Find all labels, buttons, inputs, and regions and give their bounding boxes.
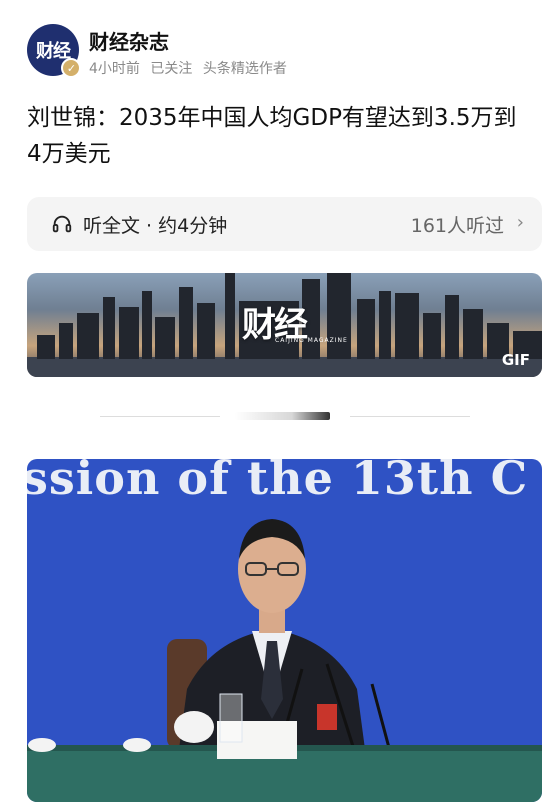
gif-badge: GIF (501, 351, 530, 369)
listen-label: 听全文 · 约4分钟 (83, 215, 228, 237)
article-header: 财经 ✓ 财经杂志 4小时前 已关注 头条精选作者 (27, 22, 527, 78)
headphone-icon (52, 215, 72, 233)
article-photo[interactable]: ssion of the 13th C (27, 459, 542, 802)
divider-line-left (100, 416, 220, 417)
account-name[interactable]: 财经杂志 (89, 26, 169, 55)
chevron-right-icon: › (516, 212, 524, 233)
follow-status[interactable]: 已关注 (150, 61, 192, 77)
avatar[interactable]: 财经 ✓ (27, 24, 81, 78)
article-title: 刘世锦：2035年中国人均GDP有望达到3.5万到4万美元 (27, 105, 517, 167)
section-divider (100, 412, 470, 420)
author-tag: 头条精选作者 (202, 61, 287, 77)
post-meta: 4小时前 已关注 头条精选作者 (89, 58, 293, 78)
listen-full-text-button[interactable]: 听全文 · 约4分钟 161人听过 › (27, 197, 542, 251)
divider-ornament (235, 412, 330, 420)
speaker-photo (27, 519, 542, 802)
divider-line-right (350, 416, 470, 417)
caijing-subtitle: CAIJING MAGAZINE (275, 337, 348, 344)
gif-banner-image[interactable]: 财经 CAIJING MAGAZINE GIF (27, 273, 542, 377)
post-time: 4小时前 (89, 61, 140, 77)
listen-count: 161人听过 (410, 215, 504, 237)
verified-badge-icon: ✓ (61, 58, 81, 78)
